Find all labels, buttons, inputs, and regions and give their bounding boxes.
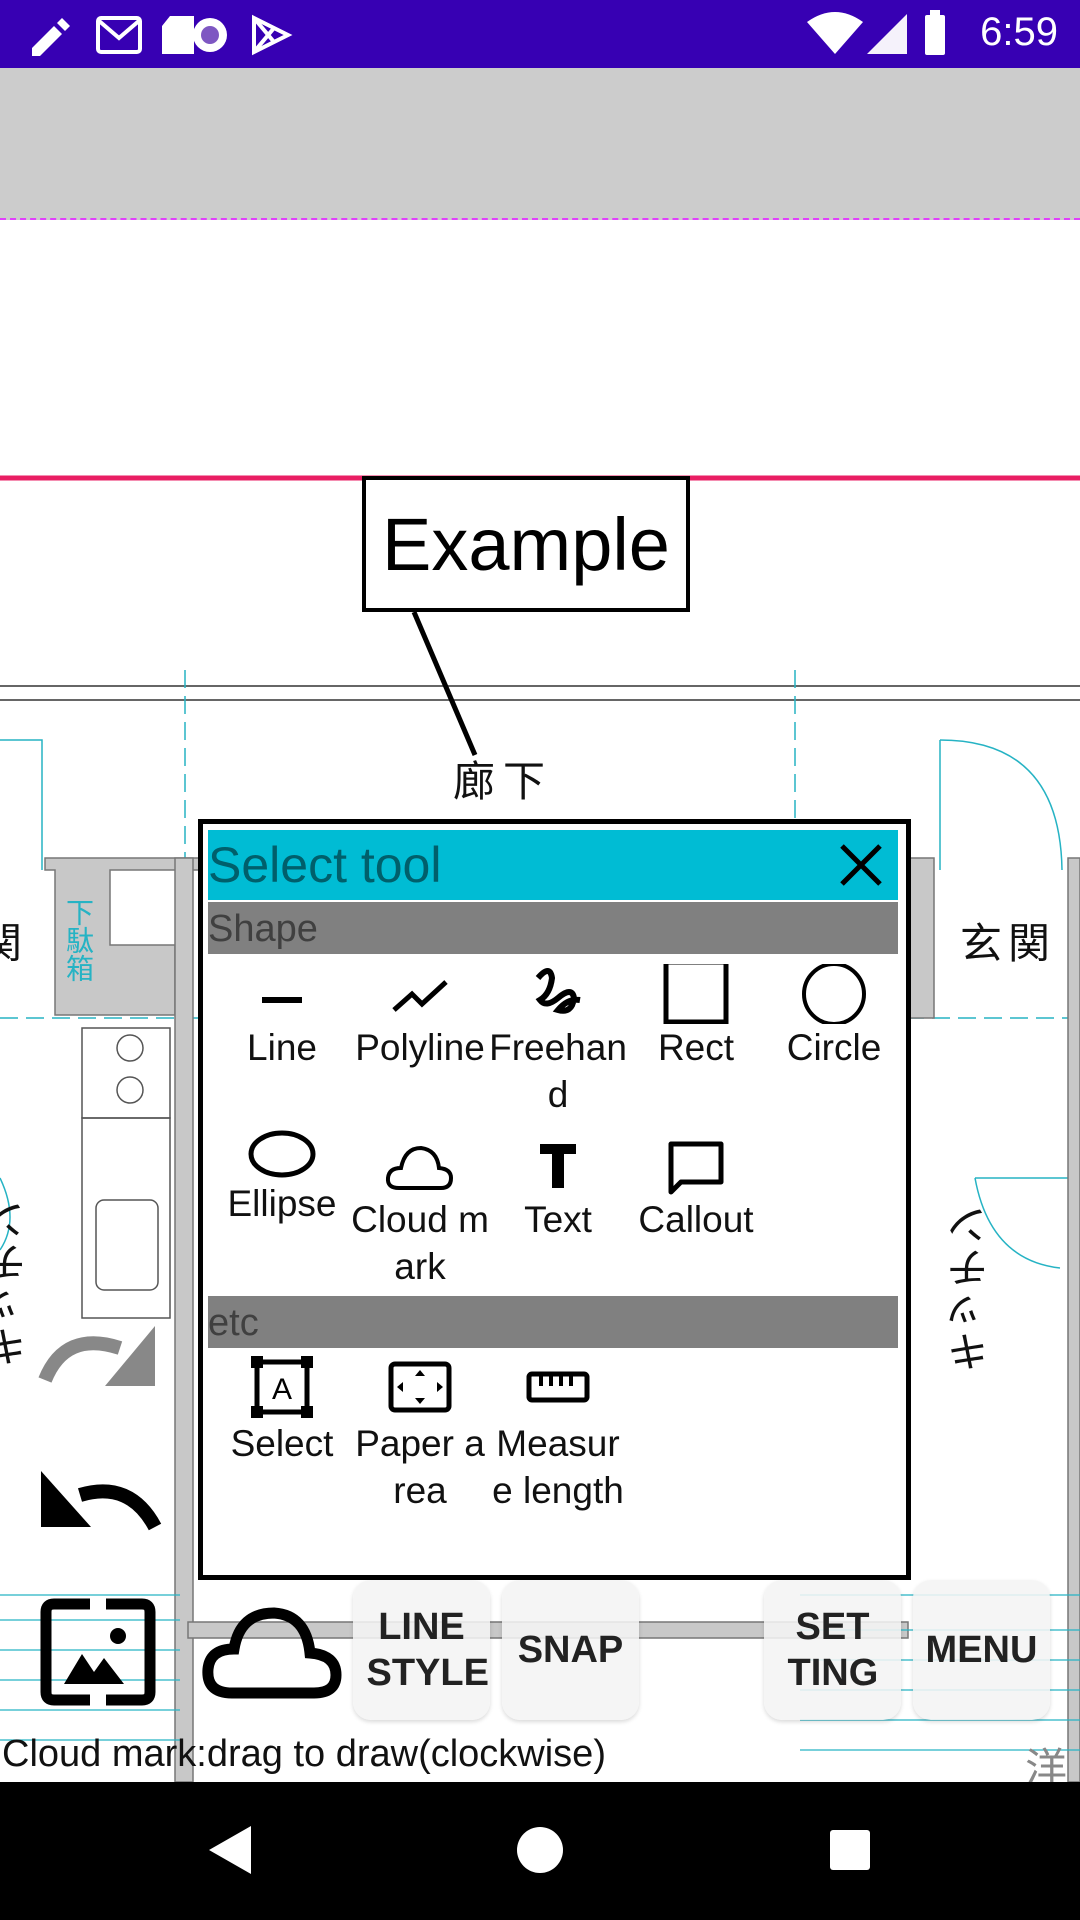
setting-button[interactable]: SET TING xyxy=(764,1580,901,1720)
line-style-button[interactable]: LINE STYLE xyxy=(353,1580,490,1720)
circle-icon xyxy=(802,964,866,1024)
background-image-icon[interactable] xyxy=(40,1596,156,1708)
dialog-title: Select tool xyxy=(208,837,442,893)
tool-select[interactable]: A Select xyxy=(213,1354,351,1467)
play-store-icon xyxy=(252,14,293,56)
plan-label-corridor: 廊下 xyxy=(453,758,554,805)
ruler-icon xyxy=(526,1371,590,1403)
plan-label-entrance-left: 関 xyxy=(0,920,23,967)
callout-icon xyxy=(668,1141,724,1195)
back-icon[interactable] xyxy=(205,1822,255,1878)
battery-icon xyxy=(925,10,945,55)
snap-button[interactable]: SNAP xyxy=(502,1580,639,1720)
cloud-mark-icon[interactable] xyxy=(202,1605,342,1701)
home-icon[interactable] xyxy=(515,1825,565,1875)
record-icon xyxy=(193,18,227,52)
tool-label: Select xyxy=(230,1423,334,1464)
tool-label: Rect xyxy=(657,1027,735,1068)
plan-label-kitchen-left: キッチン xyxy=(0,1200,32,1368)
tool-label: Cloud mark xyxy=(351,1199,489,1287)
section-header-etc: etc xyxy=(208,1296,898,1348)
recents-icon[interactable] xyxy=(828,1828,872,1872)
text-icon xyxy=(540,1144,576,1188)
section-header-shape: Shape xyxy=(208,902,898,954)
tool-measure-length[interactable]: Measure length xyxy=(489,1354,627,1514)
rect-icon xyxy=(663,964,729,1024)
tool-polyline[interactable]: Polyline xyxy=(351,964,489,1071)
plan-label-kitchen-right: キッチン xyxy=(947,1205,994,1373)
clock: 6:59 xyxy=(980,10,1058,54)
cloud-icon xyxy=(385,1145,454,1190)
close-icon[interactable] xyxy=(834,838,888,892)
callout-shape[interactable]: Example xyxy=(362,476,690,612)
pencil-icon xyxy=(32,18,70,56)
section-label: etc xyxy=(208,1302,259,1344)
tool-ellipse[interactable]: Ellipse xyxy=(213,1126,351,1227)
status-icons-left xyxy=(32,14,293,56)
tool-label: Measure length xyxy=(492,1423,624,1511)
wifi-icon xyxy=(807,12,863,54)
status-bar: 6:59 xyxy=(0,0,1080,68)
tool-label: Callout xyxy=(638,1199,754,1240)
signal-icon xyxy=(867,14,907,54)
tool-label: Circle xyxy=(786,1027,882,1068)
tool-label: Freehand xyxy=(489,1027,627,1115)
snap-label: SNAP xyxy=(517,1629,624,1671)
svg-text:A: A xyxy=(272,1373,292,1406)
gmail-icon xyxy=(96,16,142,54)
sd-card-icon xyxy=(162,16,194,54)
tool-text[interactable]: Text xyxy=(489,1136,627,1243)
tool-label: Text xyxy=(524,1199,592,1240)
tool-label: Polyline xyxy=(355,1027,485,1068)
status-icons-right xyxy=(807,10,945,55)
tool-circle[interactable]: Circle xyxy=(765,964,903,1071)
tool-label: Paper area xyxy=(355,1423,485,1511)
setting-label: SET TING xyxy=(787,1606,879,1694)
paper-area-icon xyxy=(388,1361,452,1413)
plan-label-entrance-right: 玄関 xyxy=(960,920,1057,967)
tool-label: Ellipse xyxy=(227,1183,337,1224)
dialog-header: Select tool xyxy=(208,830,898,900)
tool-cloud-mark[interactable]: Cloud mark xyxy=(351,1136,489,1290)
tool-line[interactable]: Line xyxy=(213,964,351,1071)
paper-margin-area xyxy=(0,68,1080,220)
polyline-icon xyxy=(392,980,448,1012)
tool-freehand[interactable]: Freehand xyxy=(489,964,627,1118)
menu-label: MENU xyxy=(925,1629,1038,1671)
navigation-bar xyxy=(0,1782,1080,1920)
line-style-label: LINE STYLE xyxy=(366,1606,489,1694)
section-label: Shape xyxy=(208,908,318,950)
ellipse-icon xyxy=(248,1130,316,1178)
freehand-icon xyxy=(535,968,581,1014)
status-hint: Cloud mark:drag to draw(clockwise) xyxy=(2,1733,606,1775)
tool-label: Line xyxy=(247,1027,317,1068)
callout-leader-line xyxy=(411,611,478,756)
line-icon xyxy=(262,997,302,1003)
tool-paper-area[interactable]: Paper area xyxy=(351,1354,489,1514)
redo-icon[interactable] xyxy=(35,1320,165,1400)
undo-icon[interactable] xyxy=(35,1465,165,1545)
tool-rect[interactable]: Rect xyxy=(627,964,765,1071)
tool-callout[interactable]: Callout xyxy=(627,1136,765,1243)
menu-button[interactable]: MENU xyxy=(913,1580,1050,1720)
select-tool-dialog: Select tool Shape Line Polyline Freehand… xyxy=(198,819,911,1580)
callout-text: Example xyxy=(382,502,670,586)
select-icon: A xyxy=(251,1356,313,1418)
plan-label-shoe-box: 下駄箱 xyxy=(63,898,94,982)
